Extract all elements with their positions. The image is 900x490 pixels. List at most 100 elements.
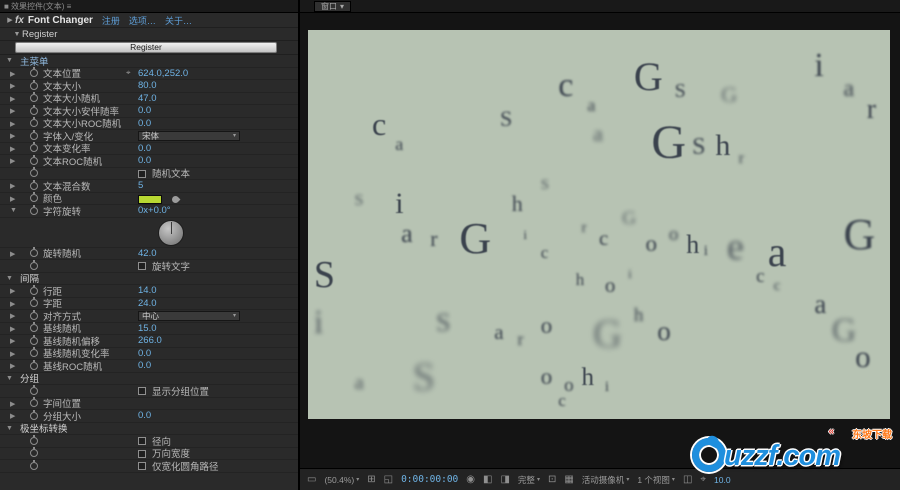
- twirl-open-icon[interactable]: ▼: [6, 275, 13, 282]
- param-value[interactable]: 24.0: [138, 298, 157, 309]
- stopwatch-icon[interactable]: [30, 247, 38, 258]
- param-row-文本ROC随机[interactable]: ▶ 文本ROC随机 0.0: [0, 154, 298, 168]
- stopwatch-icon[interactable]: [30, 359, 38, 370]
- twirl-closed-icon[interactable]: ▼: [10, 207, 17, 214]
- twirl-closed-icon[interactable]: ▶: [10, 120, 15, 128]
- magnification-select[interactable]: (50.4%) ▾: [324, 475, 359, 485]
- stopwatch-icon[interactable]: [30, 179, 38, 190]
- camera-select[interactable]: 活动摄像机 ▾: [582, 474, 630, 486]
- viewer-tab[interactable]: 窗口 ▾: [314, 0, 352, 12]
- twirl-open-icon[interactable]: ▼: [6, 57, 13, 64]
- twirl-open-icon[interactable]: ▼: [6, 425, 13, 432]
- twirl-closed-icon[interactable]: ▶: [10, 412, 15, 420]
- show-channel-icon[interactable]: ◨: [500, 474, 509, 485]
- checkbox[interactable]: [138, 449, 146, 458]
- param-value[interactable]: 0x+0.0°: [138, 205, 171, 216]
- twirl-closed-icon[interactable]: ▶: [10, 95, 15, 103]
- composition-viewer[interactable]: caGSiarGcaSaGShrSiarGhSicrcGoohieaGccSho…: [300, 13, 900, 468]
- checkbox[interactable]: [138, 262, 146, 270]
- param-row-旋转文字[interactable]: 旋转文字: [0, 259, 298, 273]
- stopwatch-icon[interactable]: [30, 92, 38, 103]
- twirl-closed-icon[interactable]: ▶: [10, 400, 15, 408]
- param-value[interactable]: 14.0: [138, 285, 157, 296]
- param-row-旋转随机[interactable]: ▶ 旋转随机 42.0: [0, 247, 298, 260]
- stopwatch-icon[interactable]: [30, 397, 38, 408]
- register-button[interactable]: Register: [15, 42, 277, 53]
- stopwatch-icon[interactable]: [30, 154, 38, 165]
- stopwatch-icon[interactable]: [30, 334, 38, 345]
- param-row-仅宽化圆角路径[interactable]: 仅宽化圆角路径: [0, 459, 298, 473]
- color-swatch[interactable]: [138, 194, 162, 204]
- stopwatch-icon[interactable]: [30, 434, 38, 445]
- region-of-interest-icon[interactable]: ⊡: [548, 474, 556, 485]
- twirl-closed-icon[interactable]: ▶: [10, 337, 15, 345]
- register-group-row[interactable]: ▼ Register: [0, 28, 298, 41]
- stopwatch-icon[interactable]: [30, 297, 38, 308]
- twirl-closed-icon[interactable]: ▶: [10, 82, 15, 90]
- twirl-closed-icon[interactable]: ▶: [10, 300, 15, 308]
- stopwatch-icon[interactable]: [30, 129, 38, 140]
- twirl-closed-icon[interactable]: ▶: [10, 350, 15, 358]
- stopwatch-icon[interactable]: [30, 459, 38, 470]
- stopwatch-icon[interactable]: [30, 67, 38, 78]
- stopwatch-icon[interactable]: [30, 192, 38, 203]
- stopwatch-icon[interactable]: [30, 409, 38, 420]
- view-layout-select[interactable]: 1 个视图 ▾: [637, 474, 675, 486]
- options-link[interactable]: 选项…: [129, 14, 156, 27]
- rotation-dial[interactable]: [158, 219, 184, 246]
- param-row-分组[interactable]: ▼ 分组: [0, 373, 298, 385]
- mask-visibility-icon[interactable]: ◱: [384, 474, 393, 485]
- param-row-径向[interactable]: 径向: [0, 434, 298, 448]
- twirl-closed-icon[interactable]: ▶: [10, 145, 15, 153]
- safe-guides-icon[interactable]: ⊞: [367, 474, 375, 485]
- register-group-twirl-icon[interactable]: ▼: [12, 31, 22, 38]
- checkbox[interactable]: [138, 387, 146, 395]
- twirl-closed-icon[interactable]: ▶: [10, 182, 15, 190]
- snapshot-icon[interactable]: ◉: [466, 474, 475, 485]
- param-dropdown[interactable]: 宋体 ▾: [138, 131, 240, 141]
- current-time[interactable]: 0:00:00:00: [401, 474, 458, 485]
- stopwatch-icon[interactable]: [30, 167, 38, 178]
- checkbox[interactable]: [138, 462, 146, 470]
- stopwatch-icon[interactable]: [30, 104, 38, 115]
- stopwatch-icon[interactable]: [30, 322, 38, 333]
- checkbox[interactable]: [138, 437, 146, 445]
- param-value[interactable]: 42.0: [138, 248, 157, 259]
- effect-twirl-icon[interactable]: ▶: [5, 16, 15, 24]
- twirl-closed-icon[interactable]: ▶: [10, 157, 15, 165]
- eyedropper-icon[interactable]: [170, 194, 181, 204]
- param-row-万向宽度[interactable]: 万向宽度: [0, 447, 298, 460]
- param-value[interactable]: 0.0: [138, 105, 151, 116]
- stopwatch-icon[interactable]: [30, 384, 38, 395]
- stopwatch-icon[interactable]: [30, 117, 38, 128]
- stopwatch-icon[interactable]: [30, 309, 38, 320]
- param-value[interactable]: 0.0: [138, 118, 151, 129]
- twirl-closed-icon[interactable]: ▶: [10, 132, 15, 140]
- stopwatch-icon[interactable]: [30, 284, 38, 295]
- register-link[interactable]: 注册: [102, 14, 120, 27]
- param-value[interactable]: 0.0: [138, 143, 151, 154]
- param-value[interactable]: 0.0: [138, 410, 151, 421]
- effect-controls-tab[interactable]: ■ 效果控件(文本) ≡: [0, 0, 298, 13]
- resolution-select[interactable]: 完整 ▾: [518, 474, 540, 486]
- twirl-closed-icon[interactable]: ▶: [10, 70, 15, 78]
- stopwatch-icon[interactable]: [30, 142, 38, 153]
- twirl-closed-icon[interactable]: ▶: [10, 287, 15, 295]
- snapshot-tool-icon[interactable]: ▭: [307, 474, 316, 485]
- stopwatch-icon[interactable]: [30, 447, 38, 458]
- checkbox[interactable]: [138, 169, 146, 178]
- about-link[interactable]: 关于…: [165, 14, 192, 27]
- stopwatch-icon[interactable]: [30, 79, 38, 90]
- twirl-closed-icon[interactable]: ▶: [10, 362, 15, 370]
- stopwatch-icon[interactable]: [30, 204, 38, 215]
- param-dropdown[interactable]: 中心 ▾: [138, 311, 240, 321]
- twirl-closed-icon[interactable]: ▶: [10, 107, 15, 115]
- param-value[interactable]: 80.0: [138, 80, 157, 91]
- twirl-closed-icon[interactable]: ▶: [10, 325, 15, 333]
- transparency-grid-icon[interactable]: ▦: [564, 474, 573, 485]
- param-value[interactable]: 5: [138, 180, 143, 191]
- param-row-字符旋转[interactable]: ▼ 字符旋转 0x+0.0°: [0, 204, 298, 218]
- param-value[interactable]: 624.0,252.0: [138, 68, 188, 79]
- show-snapshot-icon[interactable]: ◧: [483, 474, 492, 485]
- param-value[interactable]: 0.0: [138, 348, 151, 359]
